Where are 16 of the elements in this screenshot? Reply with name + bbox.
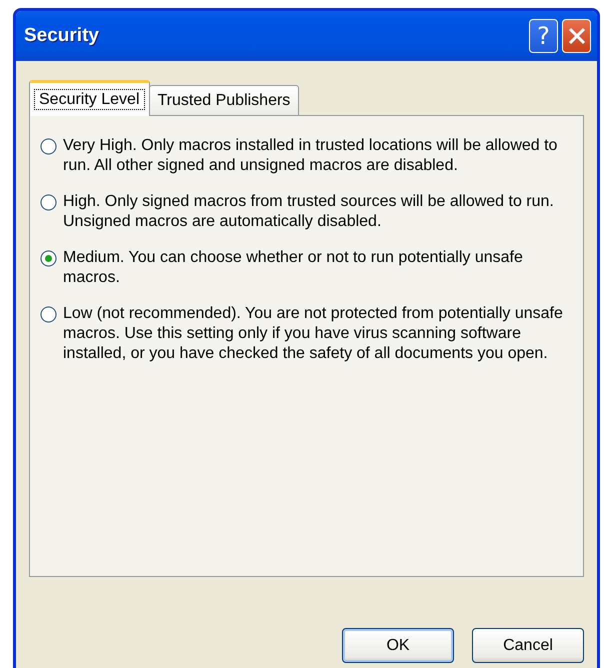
option-label: Low (not recommended). You are not protected from potentially unsafe macros. Use this setting only if you have virus scanning software installed, or you have checked the safety of all documents you open.: [63, 304, 563, 364]
close-button[interactable]: [562, 19, 591, 53]
tab[interactable]: Trusted Publishers: [148, 85, 300, 115]
window-title: Security: [24, 25, 100, 47]
tab[interactable]: Security Level: [29, 80, 150, 116]
radio-button[interactable]: [40, 306, 57, 323]
cancel-button[interactable]: Cancel: [472, 628, 584, 663]
radio-button[interactable]: [40, 194, 57, 211]
radio-button[interactable]: [40, 250, 57, 267]
option-label: High. Only signed macros from trusted sources will be allowed to run. Unsigned macros are automatically disabled.: [63, 192, 555, 232]
close-icon: [568, 27, 586, 45]
option-label: Very High. Only macros installed in trusted locations will be allowed to run. All other signed and unsigned macros are disabled.: [63, 136, 558, 176]
help-button[interactable]: ?: [529, 19, 558, 53]
ok-button[interactable]: OK: [342, 628, 454, 663]
option-label: Medium. You can choose whether or not to run potentially unsafe macros.: [63, 248, 524, 288]
radio-button[interactable]: [40, 138, 57, 155]
